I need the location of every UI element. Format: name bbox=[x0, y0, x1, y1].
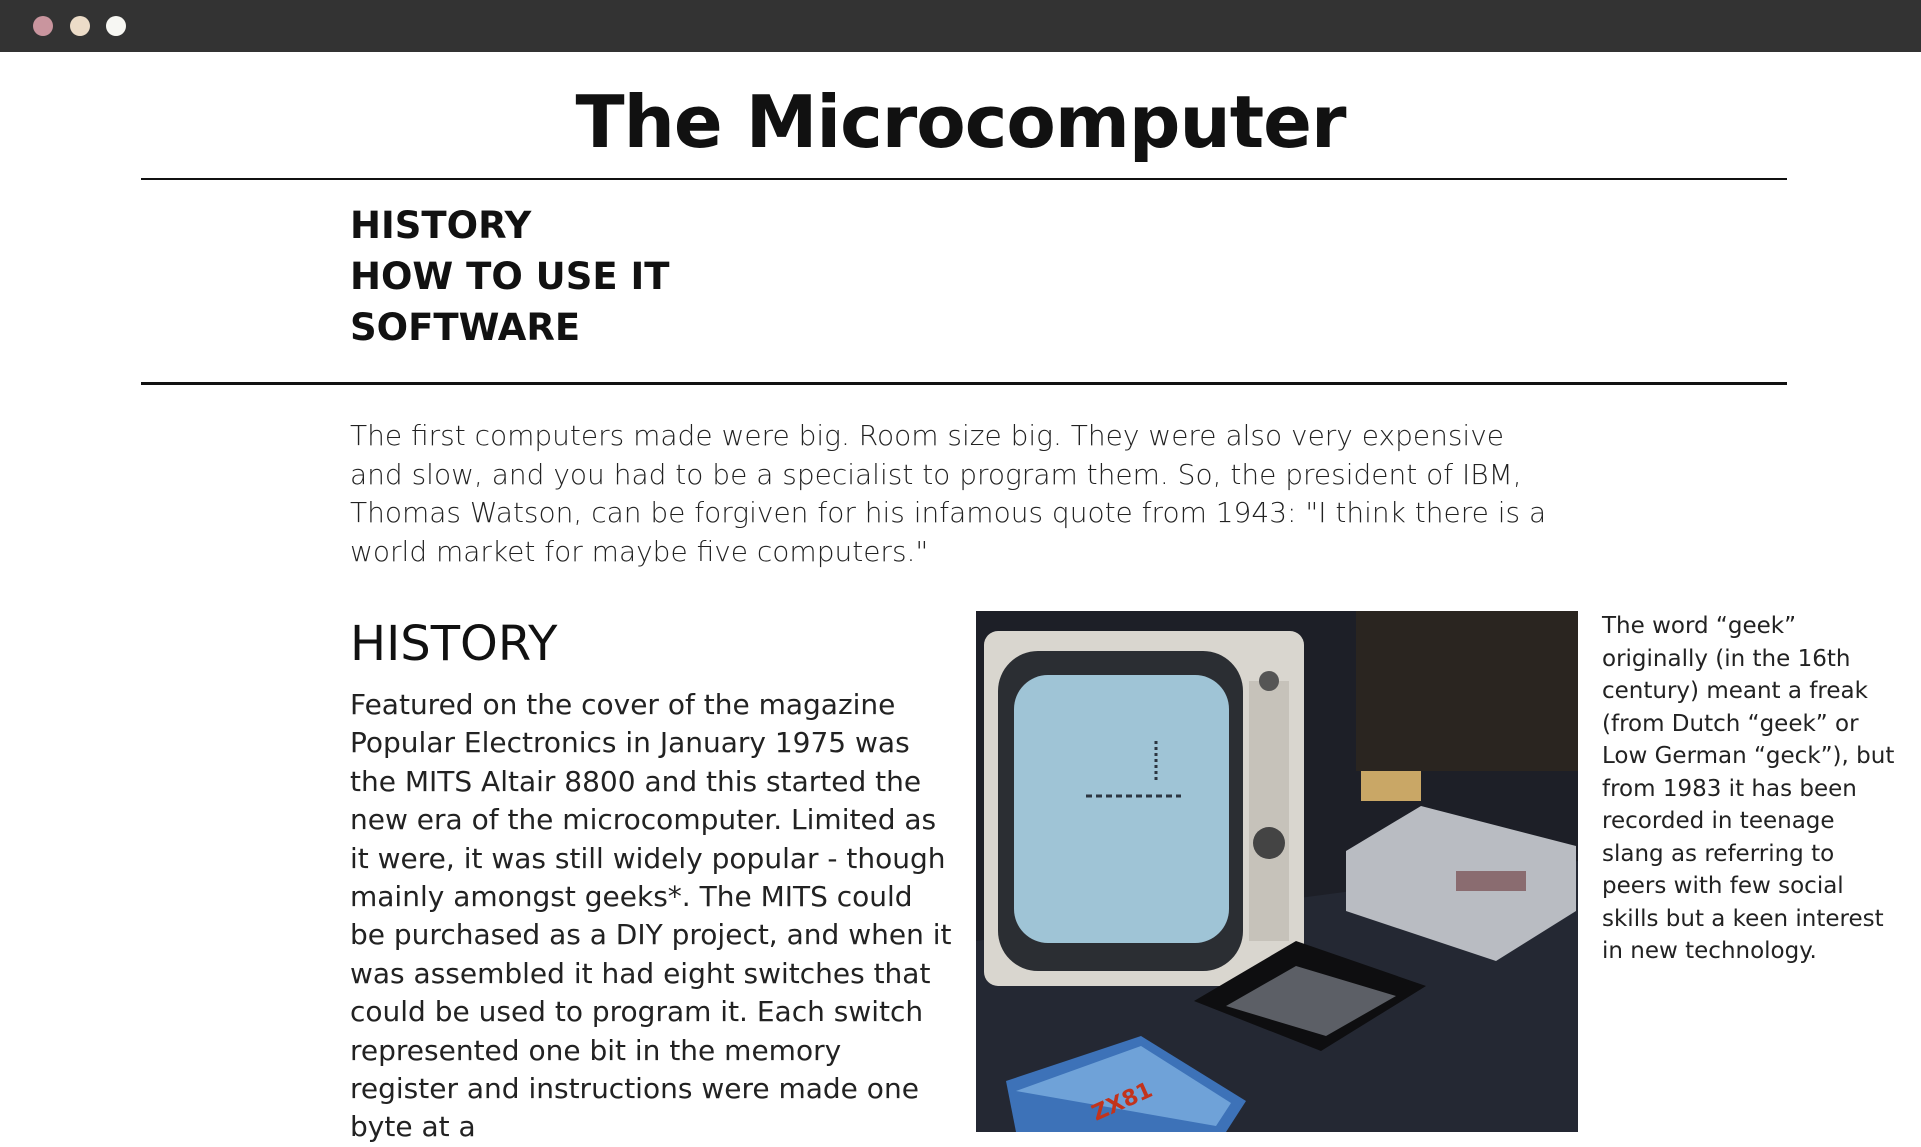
window-maximize-button[interactable] bbox=[106, 16, 126, 36]
vintage-computer-photo: ZX81 bbox=[976, 611, 1578, 1132]
nav-divider bbox=[141, 382, 1787, 385]
nav-link-software[interactable]: SOFTWARE bbox=[350, 302, 670, 353]
window-close-button[interactable] bbox=[33, 16, 53, 36]
window-minimize-button[interactable] bbox=[70, 16, 90, 36]
header-divider bbox=[141, 178, 1787, 180]
nav-link-how-to-use-it[interactable]: HOW TO USE IT bbox=[350, 251, 670, 302]
geek-sidenote: The word “geek” originally (in the 16th … bbox=[1602, 613, 1895, 964]
history-body: Featured on the cover of the magazine Po… bbox=[350, 688, 952, 1144]
section-nav: HISTORY HOW TO USE IT SOFTWARE bbox=[350, 200, 670, 353]
intro-paragraph: The first computers made were big. Room … bbox=[350, 419, 1547, 568]
page-title: The Microcomputer bbox=[575, 80, 1347, 164]
history-heading: HISTORY bbox=[350, 616, 558, 672]
window-titlebar bbox=[0, 0, 1921, 52]
nav-link-history[interactable]: HISTORY bbox=[350, 200, 670, 251]
